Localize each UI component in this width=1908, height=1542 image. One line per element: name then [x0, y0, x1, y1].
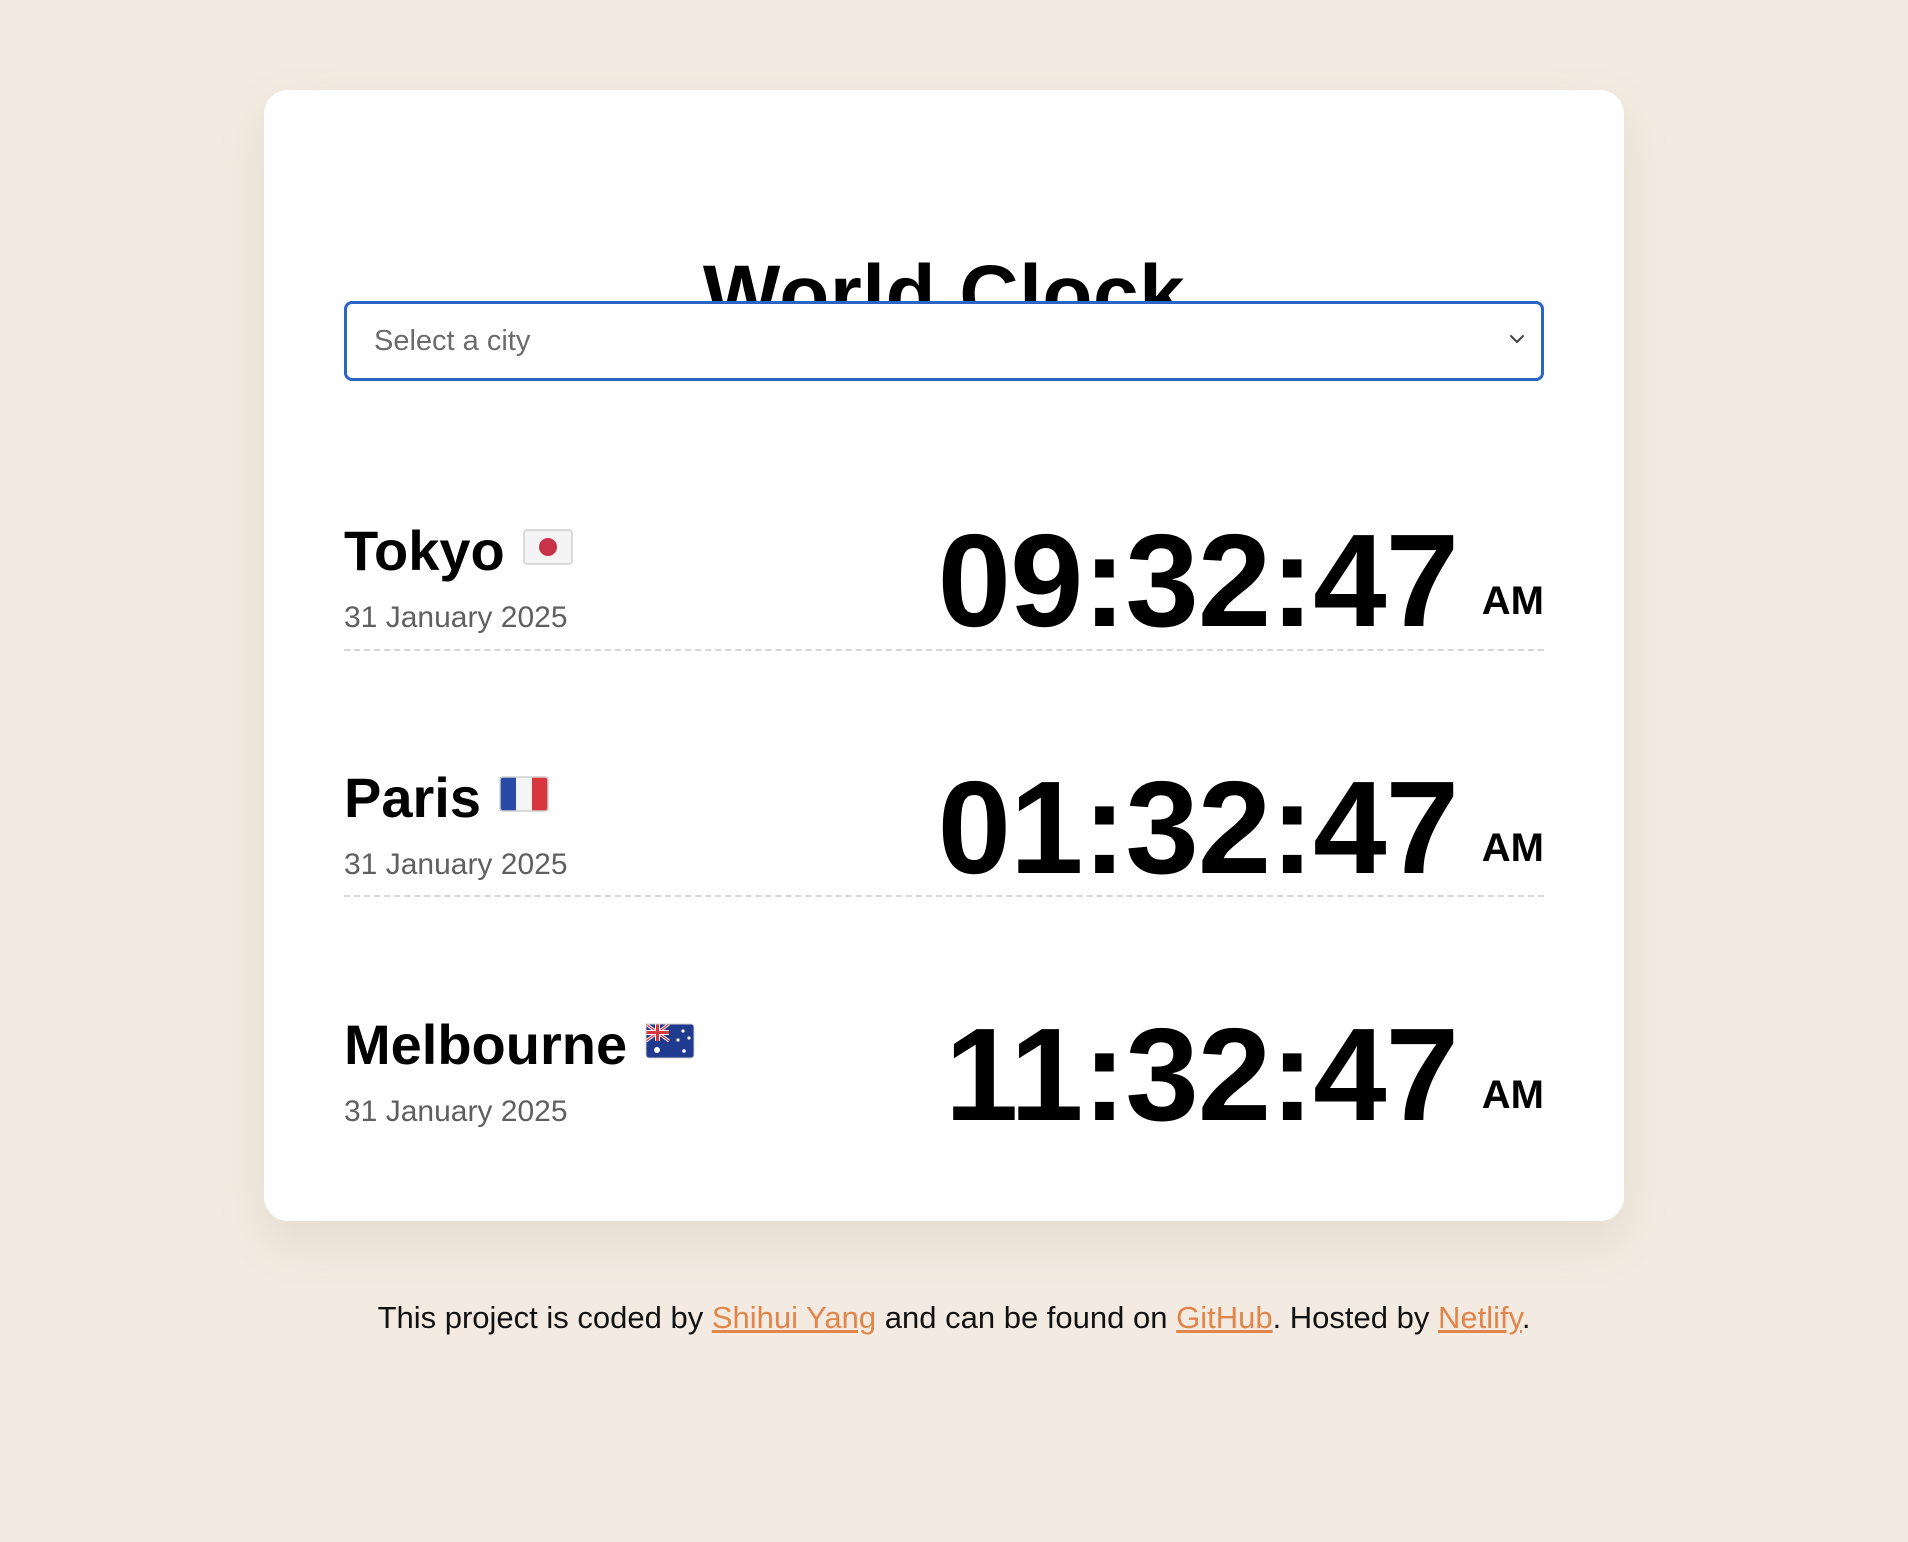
city-time: 01:32:47: [937, 754, 1459, 901]
netlify-link[interactable]: Netlify: [1438, 1300, 1522, 1335]
chevron-down-icon: [1510, 335, 1524, 343]
city-name: Paris: [344, 766, 481, 829]
city-ampm: AM: [1481, 826, 1544, 870]
city-row-melbourne: Melbourne 31 January 2025 11:32:47 AM: [344, 969, 1544, 1216]
city-select[interactable]: Select a city: [344, 301, 1544, 381]
world-clock-card: World Clock Select a city Tokyo 31 Janua…: [264, 90, 1624, 1221]
footer-text: and can be found on: [876, 1300, 1177, 1335]
city-name-row: Tokyo: [344, 523, 573, 579]
city-time: 11:32:47: [944, 1001, 1459, 1148]
city-date: 31 January 2025: [344, 1095, 568, 1128]
australia-flag-icon: [645, 1023, 695, 1059]
footer-text: .: [1521, 1300, 1531, 1335]
france-flag-icon: [499, 776, 549, 812]
city-name-row: Melbourne: [344, 1017, 695, 1073]
city-name: Tokyo: [344, 519, 505, 582]
city-time: 09:32:47: [937, 507, 1459, 654]
divider: [344, 649, 1544, 651]
author-link[interactable]: Shihui Yang: [712, 1300, 876, 1335]
city-ampm: AM: [1481, 1073, 1544, 1117]
footer: This project is coded by Shihui Yang and…: [0, 1302, 1908, 1333]
city-date: 31 January 2025: [344, 601, 568, 634]
footer-text: This project is coded by: [377, 1300, 712, 1335]
city-row-paris: Paris 31 January 2025 01:32:47 AM: [344, 722, 1544, 969]
japan-flag-icon: [523, 529, 573, 565]
city-select-value: Select a city: [374, 325, 531, 357]
city-row-tokyo: Tokyo 31 January 2025 09:32:47 AM: [344, 475, 1544, 722]
city-name: Melbourne: [344, 1013, 628, 1076]
city-ampm: AM: [1481, 579, 1544, 623]
city-date: 31 January 2025: [344, 848, 568, 881]
footer-text: . Hosted by: [1272, 1300, 1438, 1335]
github-link[interactable]: GitHub: [1176, 1300, 1272, 1335]
divider: [344, 895, 1544, 897]
city-name-row: Paris: [344, 770, 549, 826]
